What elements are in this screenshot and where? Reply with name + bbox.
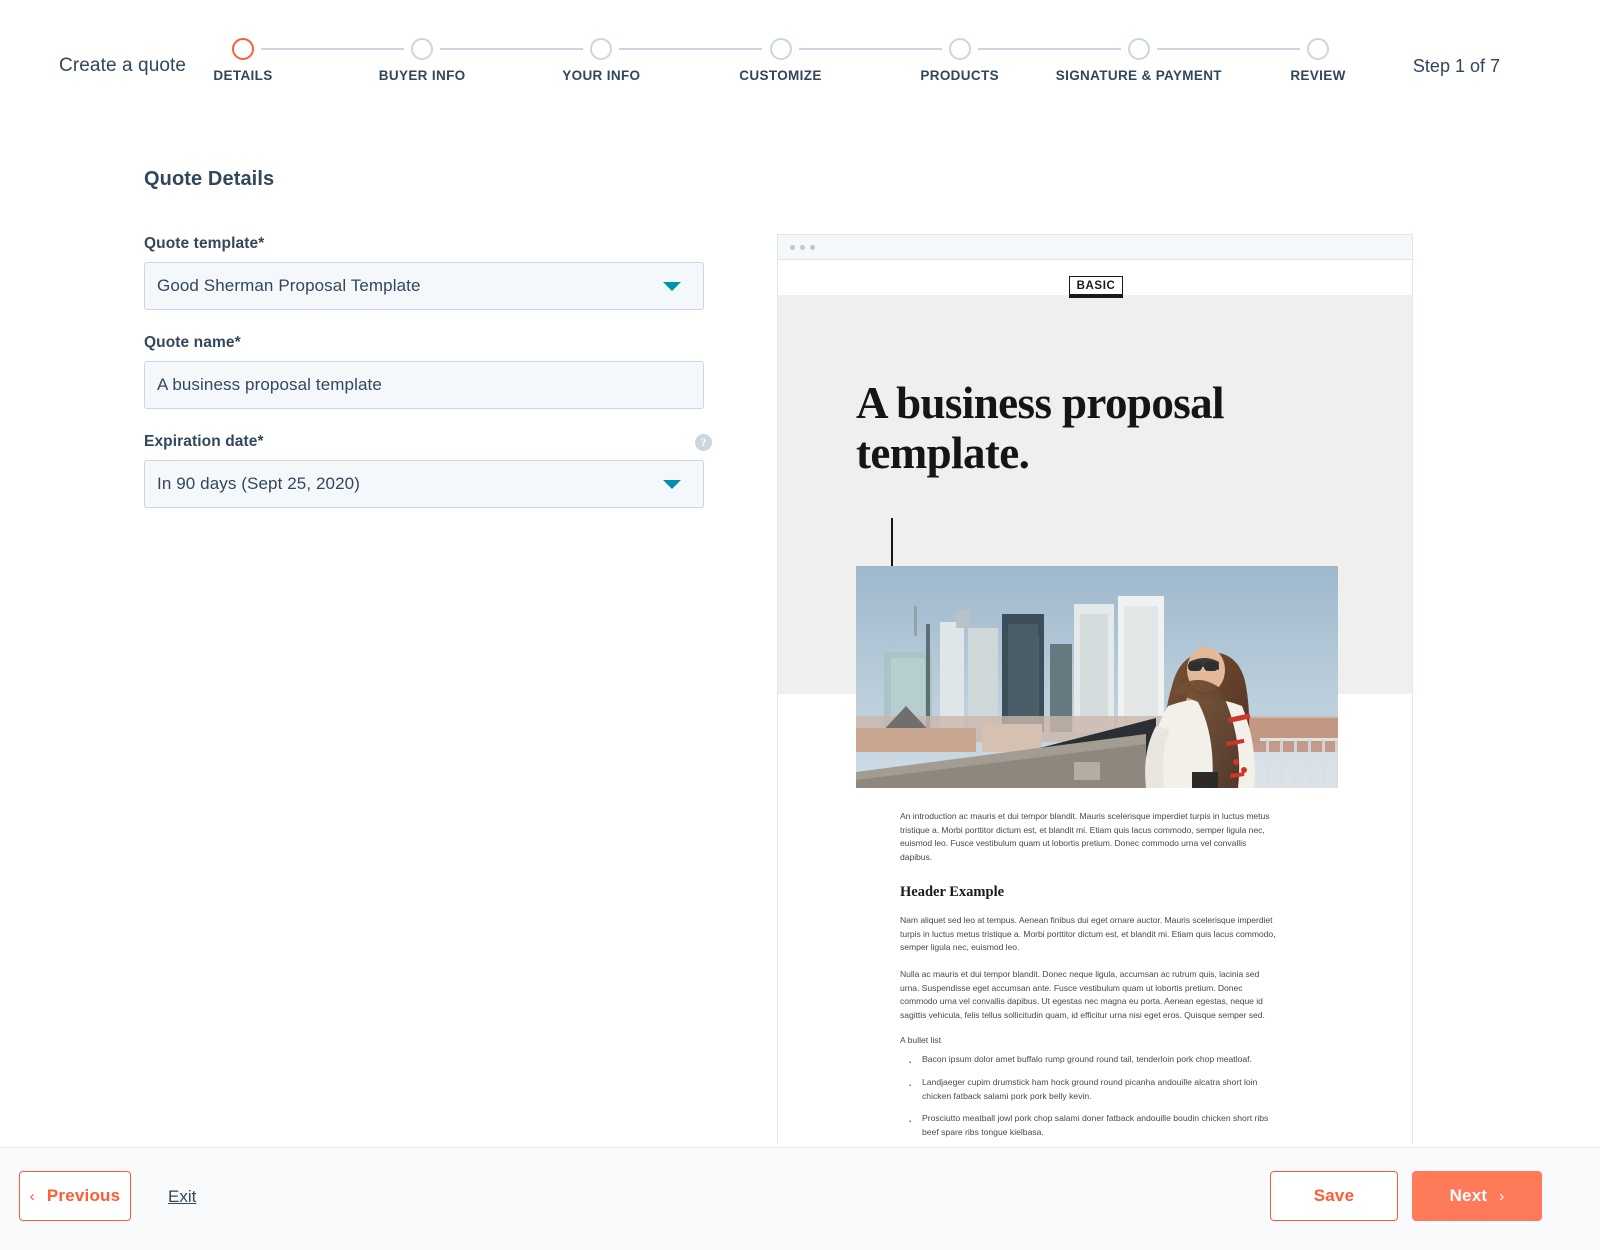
progress-stepper: DETAILSBUYER INFOYOUR INFOCUSTOMIZEPRODU… (243, 38, 1318, 98)
step-counter: Step 1 of 7 (1413, 56, 1500, 77)
paragraph-2: Nam aliquet sed leo at tempus. Aenean fi… (900, 914, 1276, 955)
help-icon[interactable]: ? (695, 434, 712, 451)
step-circle-icon (590, 38, 612, 60)
field-quote-template: Quote template* Good Sherman Proposal Te… (144, 235, 714, 310)
step-label: REVIEW (1290, 68, 1345, 83)
field-quote-name: Quote name* A business proposal template (144, 334, 714, 409)
next-button-label: Next (1450, 1186, 1488, 1206)
bullet-list: Bacon ipsum dolor amet buffalo rump grou… (900, 1053, 1276, 1143)
stepper-connector (978, 48, 1121, 50)
quote-template-value: Good Sherman Proposal Template (145, 276, 421, 296)
step-circle-icon (770, 38, 792, 60)
stepper-connector (799, 48, 942, 50)
list-item: Landjaeger cupim drumstick ham hock grou… (900, 1076, 1276, 1103)
badge-container: BASIC (778, 276, 1413, 298)
status-badge: BASIC (1069, 276, 1124, 298)
step-label: PRODUCTS (920, 68, 999, 83)
rooftop-city-photo-icon (856, 566, 1338, 788)
step-circle-icon (1128, 38, 1150, 60)
list-item: Bacon ipsum dolor amet buffalo rump grou… (900, 1053, 1276, 1067)
quote-details-form: Quote Details Quote template* Good Sherm… (144, 168, 714, 532)
quote-wizard-page: Create a quote DETAILS BUYER INFO YOUR INF… (0, 0, 1600, 1250)
expiration-date-value: In 90 days (Sept 25, 2020) (145, 474, 360, 494)
quote-template-select[interactable]: Good Sherman Proposal Template (144, 262, 704, 310)
exit-link[interactable]: Exit (168, 1187, 196, 1207)
step-label: YOUR INFO (562, 68, 640, 83)
section-title: Quote Details (144, 168, 714, 191)
step-label: CUSTOMIZE (739, 68, 821, 83)
step-label: SIGNATURE & PAYMENT (1056, 68, 1222, 83)
step-circle-icon (1307, 38, 1329, 60)
document-title: A business proposal template. (856, 378, 1356, 479)
step-circle-icon (411, 38, 433, 60)
list-label: A bullet list (900, 1035, 1276, 1045)
step-circle-icon (949, 38, 971, 60)
field-expiration-date: Expiration date* ? In 90 days (Sept 25, … (144, 433, 714, 508)
step-circle-icon (232, 38, 254, 60)
chevron-right-icon: › (1499, 1189, 1504, 1204)
chevron-left-icon: ‹ (30, 1189, 35, 1204)
quote-template-label: Quote template* (144, 235, 714, 253)
quote-name-input[interactable]: A business proposal template (145, 375, 382, 395)
paragraph-1: An introduction ac mauris et dui tempor … (900, 810, 1276, 864)
hero-photo (856, 566, 1338, 788)
quote-name-label: Quote name* (144, 334, 714, 352)
expiration-date-select[interactable]: In 90 days (Sept 25, 2020) (144, 460, 704, 508)
chevron-down-icon (663, 282, 681, 291)
stepper-connector (1157, 48, 1300, 50)
paragraph-3: Nulla ac mauris et dui tempor blandit. D… (900, 968, 1276, 1022)
step-label: BUYER INFO (379, 68, 466, 83)
window-dot-icon (800, 245, 805, 250)
quote-name-input-wrap[interactable]: A business proposal template (144, 361, 704, 409)
stepper-connector (619, 48, 762, 50)
wizard-header: Create a quote DETAILS BUYER INFO YOUR INF… (0, 0, 1600, 120)
list-item: Prosciutto meatball jowl pork chop salam… (900, 1112, 1276, 1139)
save-button[interactable]: Save (1270, 1171, 1398, 1221)
stepper-connector (261, 48, 404, 50)
previous-button[interactable]: ‹ Previous (19, 1171, 131, 1221)
wizard-footer: ‹ Previous Exit Save Next › (0, 1147, 1600, 1250)
stepper-connector (440, 48, 583, 50)
preview-titlebar (778, 235, 1412, 260)
chevron-down-icon (663, 480, 681, 489)
document-subheading: Header Example (900, 884, 1276, 901)
step-label: DETAILS (213, 68, 272, 83)
document-body: An introduction ac mauris et dui tempor … (900, 810, 1276, 1143)
window-dot-icon (810, 245, 815, 250)
previous-button-label: Previous (47, 1186, 120, 1206)
template-preview-panel: BASIC A business proposal template. (777, 234, 1413, 1143)
next-button[interactable]: Next › (1412, 1171, 1542, 1221)
save-button-label: Save (1314, 1186, 1355, 1206)
expiration-date-label: Expiration date* (144, 433, 714, 451)
window-dot-icon (790, 245, 795, 250)
page-title: Create a quote (59, 55, 186, 77)
